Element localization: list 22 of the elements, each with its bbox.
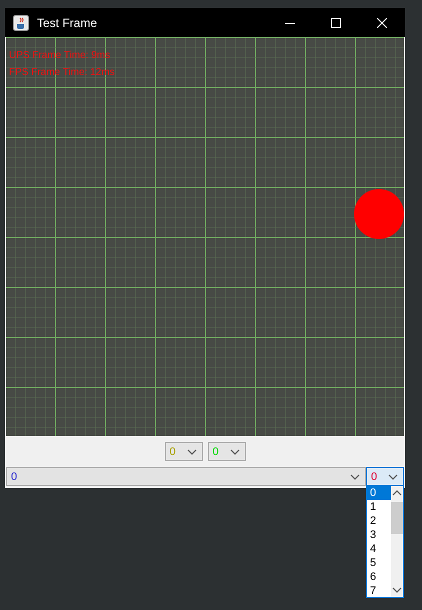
list-option[interactable]: 1 [367, 500, 391, 514]
chevron-down-icon [388, 474, 398, 480]
list-option[interactable]: 6 [367, 570, 391, 584]
chevron-down-icon [392, 587, 402, 593]
chevron-down-icon [350, 474, 360, 480]
close-icon [377, 18, 387, 28]
chevron-down-icon [186, 448, 196, 454]
dropdown[interactable]: 0 [6, 467, 366, 486]
chevron-down-icon [230, 448, 240, 454]
list-option[interactable]: 0 [367, 486, 391, 500]
list-option[interactable]: 4 [367, 542, 391, 556]
window-title: Test Frame [37, 16, 98, 30]
frame-time-text: UPS Frame Time: 9ms [9, 49, 112, 63]
list-option[interactable]: 7 [367, 584, 391, 598]
list-option[interactable]: 3 [367, 528, 391, 542]
scrollbar[interactable] [391, 486, 403, 597]
maximize-icon [331, 18, 341, 28]
list-option[interactable]: 2 [367, 514, 391, 528]
ball [354, 189, 404, 239]
coffee-cup-icon [13, 14, 29, 30]
list-option[interactable]: 5 [367, 556, 391, 570]
chevron-up-icon[interactable] [392, 490, 402, 496]
